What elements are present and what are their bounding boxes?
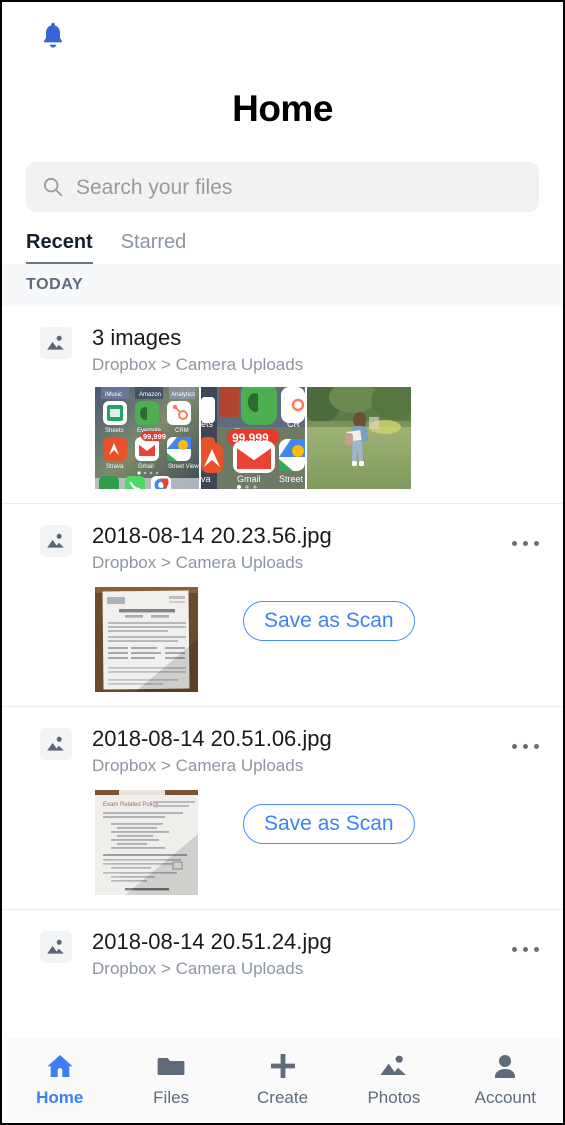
scan-suggestion-area: Save as Scan [95,587,563,692]
nav-label: Account [474,1088,537,1107]
dot [511,743,517,749]
scan-suggestion-area: Exam Related Policy Save as Scan [95,790,563,895]
bottom-navigation: Home Files Create Photos Account [4,1038,561,1121]
list-item-path: Dropbox > Camera Uploads [92,756,304,775]
image-file-icon [40,931,72,963]
svg-text:Street: Street [279,474,304,484]
svg-text:ets: ets [201,419,214,429]
list-item-path: Dropbox > Camera Uploads [92,355,304,374]
nav-item-create[interactable]: Create [227,1050,338,1108]
thumbnail-document-form[interactable] [95,587,198,692]
image-file-icon [40,728,72,760]
image-file-icon [40,525,72,557]
tab-recent[interactable]: Recent [26,231,93,264]
dot [533,743,539,749]
list-item-path: Dropbox > Camera Uploads [92,553,304,572]
list-item[interactable]: 3 images Dropbox > Camera Uploads iMusic… [2,306,563,504]
list-item-text: 2018-08-14 20.51.24.jpg Dropbox > Camera… [92,928,503,981]
notifications-button[interactable] [32,17,74,59]
list-item-header: 3 images Dropbox > Camera Uploads [2,324,563,377]
overflow-menu-button[interactable] [503,526,547,560]
overflow-menu-button[interactable] [503,729,547,763]
list-item-text: 3 images Dropbox > Camera Uploads [92,324,547,377]
list-item-header: 2018-08-14 20.51.24.jpg Dropbox > Camera… [2,928,563,981]
nav-item-photos[interactable]: Photos [338,1050,449,1108]
list-item-header: 2018-08-14 20.51.06.jpg Dropbox > Camera… [2,725,563,778]
thumbnail-document-page[interactable]: Exam Related Policy [95,790,198,895]
dot [533,946,539,952]
list-item-path: Dropbox > Camera Uploads [92,959,304,978]
page-title: Home [232,88,333,129]
svg-text:iMusic: iMusic [105,392,122,398]
section-header-today: TODAY [2,264,563,306]
svg-text:CRM: CRM [175,428,189,434]
nav-item-account[interactable]: Account [450,1050,561,1108]
list-item-title: 2018-08-14 20.51.06.jpg [92,726,332,751]
list-item-text: 2018-08-14 20.23.56.jpg Dropbox > Camera… [92,522,503,575]
save-as-scan-button[interactable]: Save as Scan [243,804,415,844]
list-item-text: 2018-08-14 20.51.06.jpg Dropbox > Camera… [92,725,503,778]
house-icon [45,1050,75,1082]
svg-text:Street View: Street View [168,464,199,470]
dot [522,743,528,749]
nav-label: Create [257,1088,309,1107]
photos-icon [379,1050,409,1082]
app-screen: Home Search your files Recent Starred TO… [0,0,565,1125]
svg-text:Strava: Strava [106,464,124,470]
svg-text:Gmail: Gmail [138,464,154,470]
svg-text:va: va [201,474,211,484]
list-item[interactable]: 2018-08-14 20.23.56.jpg Dropbox > Camera… [2,504,563,707]
thumbnail-person-on-grass[interactable] [307,387,411,489]
nav-label: Photos [367,1088,421,1107]
search-section: Search your files [2,132,563,212]
list-item-title: 2018-08-14 20.51.24.jpg [92,929,332,954]
svg-text:Amazon: Amazon [139,392,161,398]
svg-text:99,999: 99,999 [143,432,166,441]
nav-item-home[interactable]: Home [4,1050,115,1108]
nav-label: Home [36,1088,84,1107]
search-placeholder: Search your files [76,175,233,199]
dot [522,946,528,952]
dot [533,540,539,546]
dot [511,946,517,952]
svg-text:Sheets: Sheets [105,428,124,434]
plus-icon [268,1050,298,1082]
search-input[interactable]: Search your files [26,162,539,212]
person-icon [491,1050,519,1082]
thumbnail-phone-home-screen-zoom[interactable]: Evernote ets CR 99,999 [201,387,305,489]
list-item-header: 2018-08-14 20.23.56.jpg Dropbox > Camera… [2,522,563,575]
folder-icon [156,1050,186,1082]
thumbnail-phone-home-screen[interactable]: iMusic Amazon Analytics Sheets Evernote [95,387,199,489]
file-list: 3 images Dropbox > Camera Uploads iMusic… [2,306,563,995]
list-item-title: 3 images [92,325,182,350]
nav-item-files[interactable]: Files [115,1050,226,1108]
list-item[interactable]: 2018-08-14 20.51.24.jpg Dropbox > Camera… [2,910,563,995]
overflow-menu-button[interactable] [503,932,547,966]
dot [522,540,528,546]
dot [511,540,517,546]
top-bar [2,2,563,74]
tab-starred[interactable]: Starred [121,231,187,264]
svg-text:CR: CR [287,419,300,429]
bell-icon [38,20,68,57]
svg-text:Exam Related Policy: Exam Related Policy [103,802,158,808]
image-file-icon [40,327,72,359]
list-item[interactable]: 2018-08-14 20.51.06.jpg Dropbox > Camera… [2,707,563,910]
svg-text:Gmail: Gmail [237,474,261,484]
nav-label: Files [153,1088,190,1107]
save-as-scan-button[interactable]: Save as Scan [243,601,415,641]
thumbnail-strip: iMusic Amazon Analytics Sheets Evernote [95,387,563,489]
tab-bar: Recent Starred [2,212,563,264]
svg-text:Analytics: Analytics [171,392,195,398]
search-icon [42,176,64,198]
list-item-title: 2018-08-14 20.23.56.jpg [92,523,332,548]
